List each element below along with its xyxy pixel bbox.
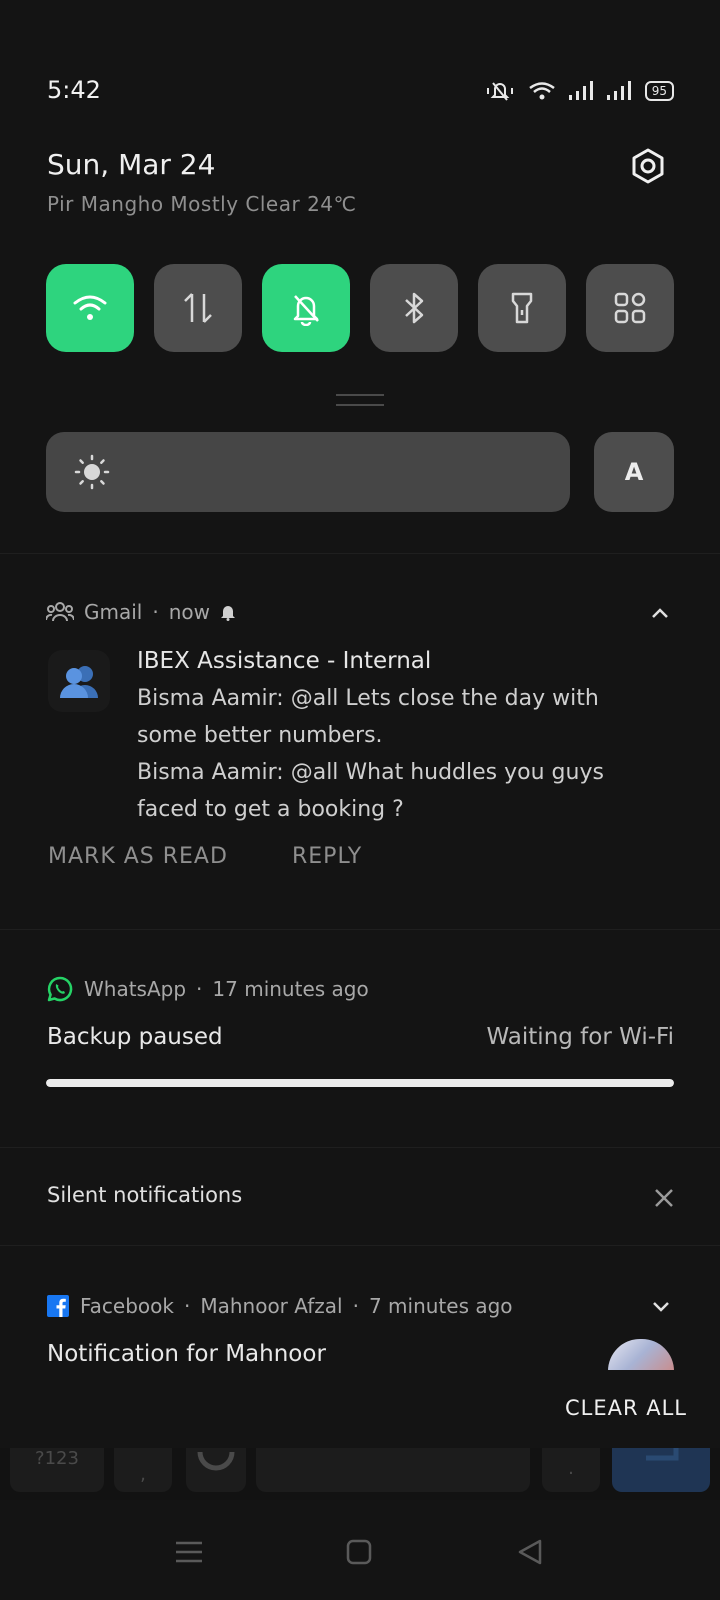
mobile-data-icon [184,293,212,323]
backup-progress-fill [46,1079,674,1087]
space-key[interactable] [256,1448,530,1492]
wifi-icon [73,295,107,320]
edit-tiles-tile[interactable] [586,264,674,352]
gmail-message-line: Bisma Aamir: @all What huddles you guys … [137,760,604,822]
flashlight-icon [511,292,533,324]
period-key[interactable]: . [542,1448,600,1492]
home-icon[interactable] [345,1538,373,1566]
facebook-notification-header[interactable]: Facebook · Mahnoor Afzal · 7 minutes ago [46,1294,513,1318]
settings-button[interactable] [628,146,668,186]
group-icon [46,602,74,622]
close-icon[interactable] [652,1186,676,1210]
silent-notifications-label: Silent notifications [47,1183,243,1207]
facebook-icon [47,1295,69,1317]
bell-off-icon [293,295,319,326]
separator-dot: · [352,1294,359,1318]
bluetooth-tile[interactable] [370,264,458,352]
whatsapp-status: Waiting for Wi-Fi [486,1024,674,1050]
whatsapp-notification-title: Backup paused [47,1024,223,1050]
clear-all-button[interactable]: CLEAR ALL [565,1396,687,1420]
date-label: Sun, Mar 24 [47,148,216,181]
numbers-key[interactable]: ?123 [10,1448,104,1492]
bell-icon [221,606,235,621]
whatsapp-notification-header[interactable]: WhatsApp · 17 minutes ago [46,975,369,1003]
expand-chevron-icon[interactable] [650,1298,672,1314]
collapse-chevron-icon[interactable] [648,606,672,622]
separator-dot: · [183,1294,191,1318]
backup-progress-bar [46,1079,674,1087]
status-icons: 95 [485,80,674,102]
divider [0,553,720,554]
keyboard-partial: ?123 , . [0,1448,720,1500]
whatsapp-time: 17 minutes ago [212,977,369,1001]
wifi-tile[interactable] [46,264,134,352]
reply-button[interactable]: REPLY [292,844,362,869]
wifi-status-icon [528,82,555,100]
divider [0,1245,720,1246]
emoji-key[interactable] [186,1448,246,1492]
emoji-icon [197,1451,235,1471]
group-avatar [48,650,110,712]
whatsapp-icon [47,976,73,1002]
gmail-app-name: Gmail [84,600,143,624]
gmail-time: now [168,600,210,624]
separator-dot: · [152,600,159,624]
mobile-data-tile[interactable] [154,264,242,352]
signal-1-icon [568,81,593,100]
settings-icon [632,148,664,184]
status-time: 5:42 [47,76,101,104]
bluetooth-icon [405,292,424,324]
gmail-notification-title: IBEX Assistance - Internal [137,648,432,674]
weather-label: Pir Mangho Mostly Clear 24℃ [47,192,357,216]
drag-handle[interactable] [336,394,384,406]
menu-icon[interactable] [174,1538,204,1566]
flashlight-tile[interactable] [478,264,566,352]
enter-key[interactable] [612,1448,710,1492]
back-icon[interactable] [516,1538,544,1566]
facebook-time: 7 minutes ago [368,1294,513,1318]
auto-brightness-button[interactable]: A [594,432,674,512]
silent-mode-tile[interactable] [262,264,350,352]
facebook-account: Mahnoor Afzal [200,1294,343,1318]
battery-indicator: 95 [644,81,674,101]
facebook-notification-title: Notification for Mahnoor [47,1341,326,1367]
whatsapp-app-name: WhatsApp [84,977,187,1001]
enter-icon [646,1448,679,1461]
profile-thumbnail [608,1339,674,1371]
group-avatar-icon [60,666,98,698]
facebook-app-name: Facebook [80,1294,174,1318]
gmail-notification-body[interactable]: Bisma Aamir: @all Lets close the day wit… [137,680,657,828]
separator-dot: · [196,977,203,1001]
signal-2-icon [606,81,631,100]
brightness-icon [74,454,110,490]
mark-as-read-button[interactable]: MARK AS READ [48,844,228,869]
brightness-slider[interactable] [46,432,570,512]
grid-icon [614,292,646,324]
vibrate-silent-icon [486,82,513,101]
gmail-notification-header[interactable]: Gmail · now [46,600,236,624]
divider [0,1147,720,1148]
divider [0,929,720,930]
gmail-message-line: Bisma Aamir: @all Lets close the day wit… [137,686,599,748]
comma-key[interactable]: , [114,1448,172,1492]
